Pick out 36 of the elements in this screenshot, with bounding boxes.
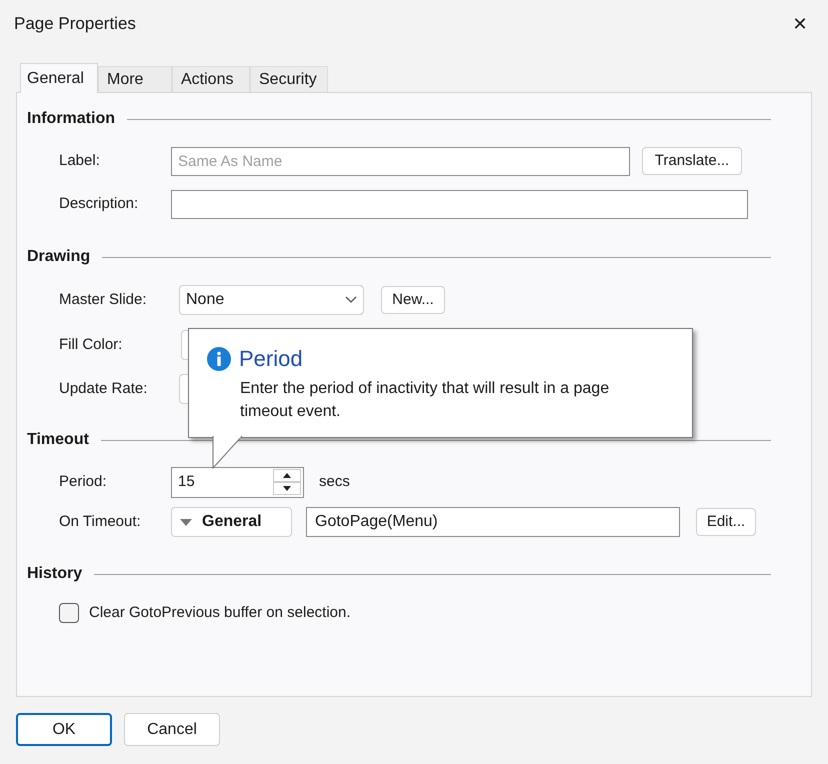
- spinner-arrows-icon[interactable]: [273, 469, 301, 495]
- new-button[interactable]: New...: [381, 286, 445, 314]
- translate-button[interactable]: Translate...: [642, 147, 742, 175]
- cancel-button[interactable]: Cancel: [124, 713, 220, 746]
- input-field[interactable]: GotoPage(Menu): [306, 507, 680, 537]
- field-label: Period:: [59, 472, 108, 492]
- tooltip-title: Period: [239, 348, 303, 370]
- field-label: Fill Color:: [59, 334, 124, 355]
- type-dropdown[interactable]: General: [171, 507, 292, 537]
- caret-down-icon: [180, 518, 192, 526]
- field-label: Description:: [59, 194, 140, 214]
- checkbox-label: Clear GotoPrevious buffer on selection.: [89, 602, 351, 623]
- tooltip-text: Enter the period of inactivity that will result in a page timeout event.: [240, 379, 610, 422]
- info-icon: [207, 347, 231, 371]
- tab[interactable]: Actions: [172, 66, 250, 92]
- section-heading: Drawing: [27, 247, 90, 267]
- close-button[interactable]: ✕: [786, 10, 814, 38]
- edit-button[interactable]: Edit...: [696, 508, 756, 536]
- window-title: Page Properties: [14, 13, 136, 36]
- input-field[interactable]: Same As Name: [171, 146, 630, 176]
- section-heading: Timeout: [27, 430, 89, 450]
- tab[interactable]: Security: [250, 66, 328, 92]
- chevron-down-icon: [345, 296, 357, 304]
- input-field[interactable]: [171, 190, 748, 218]
- field-label: Update Rate:: [59, 378, 148, 399]
- tab[interactable]: General: [20, 63, 98, 93]
- field-label: On Timeout:: [59, 512, 142, 532]
- tab[interactable]: More: [98, 66, 172, 92]
- dropdown[interactable]: None: [179, 285, 364, 315]
- ok-button[interactable]: OK: [16, 713, 112, 746]
- section-heading: Information: [27, 109, 115, 129]
- checkbox[interactable]: [59, 603, 79, 623]
- field-label: Master Slide:: [59, 290, 148, 310]
- unit-label: secs: [319, 472, 350, 492]
- field-label: Label:: [59, 150, 101, 171]
- section-heading: History: [27, 564, 82, 584]
